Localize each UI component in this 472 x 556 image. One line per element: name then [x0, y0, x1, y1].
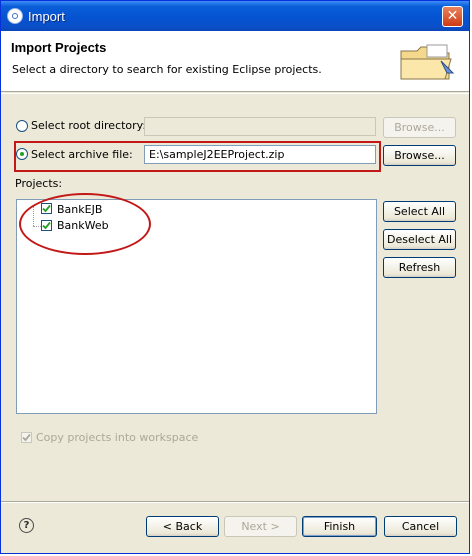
footer-separator-highlight — [1, 502, 469, 503]
annotation-ellipse — [19, 193, 151, 255]
page-title: Import Projects — [11, 40, 107, 55]
select-all-button[interactable]: Select All — [383, 201, 456, 222]
close-button[interactable]: ✕ — [442, 6, 463, 27]
projects-label: Projects: — [15, 177, 63, 190]
root-browse-button[interactable]: Browse... — [383, 117, 456, 138]
root-directory-field[interactable] — [144, 117, 376, 136]
wizard-header: Import Projects Select a directory to se… — [1, 31, 469, 92]
copy-projects-label: Copy projects into workspace — [36, 431, 199, 444]
header-separator — [1, 93, 469, 94]
back-button[interactable]: < Back — [146, 516, 219, 537]
archive-browse-button[interactable]: Browse... — [383, 145, 456, 166]
import-dialog: Import ✕ Import Projects Select a direct… — [0, 0, 470, 554]
deselect-all-button[interactable]: Deselect All — [383, 229, 456, 250]
archive-file-label: Select archive file: — [31, 148, 133, 161]
window-title: Import — [28, 9, 65, 24]
copy-projects-checkbox[interactable] — [21, 432, 32, 443]
root-directory-label: Select root directory: — [31, 119, 147, 132]
page-description: Select a directory to search for existin… — [12, 63, 322, 76]
eclipse-icon — [7, 8, 23, 24]
help-icon[interactable]: ? — [19, 518, 34, 533]
next-button[interactable]: Next > — [224, 516, 297, 537]
archive-file-field[interactable]: E:\sampleJ2EEProject.zip — [144, 145, 376, 164]
title-bar[interactable]: Import ✕ — [1, 1, 469, 31]
cancel-button[interactable]: Cancel — [384, 516, 457, 537]
folder-icon — [400, 44, 455, 80]
root-directory-radio[interactable] — [16, 120, 28, 132]
finish-button[interactable]: Finish — [302, 516, 377, 537]
refresh-button[interactable]: Refresh — [383, 257, 456, 278]
archive-file-radio[interactable] — [16, 148, 28, 160]
